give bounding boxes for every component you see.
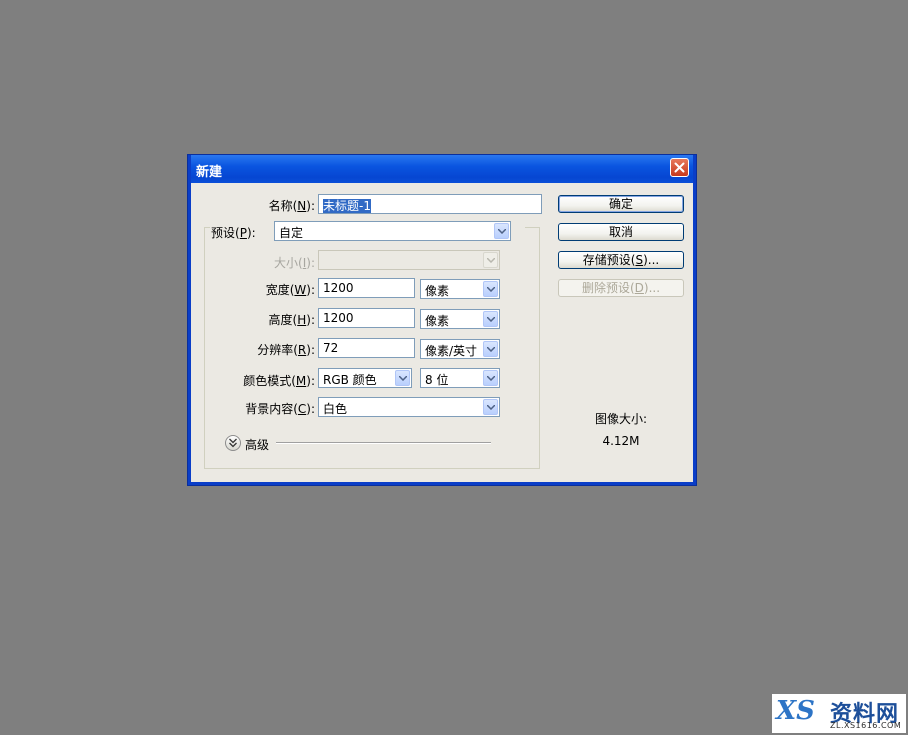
preset-label: 预设(P):	[211, 226, 256, 240]
name-input[interactable]: 未标题-1	[318, 194, 542, 214]
ok-button[interactable]: 确定	[558, 195, 684, 213]
advanced-label: 高级	[245, 438, 270, 452]
resolution-unit-select[interactable]: 像素/英寸	[420, 339, 500, 359]
dialog-title: 新建	[196, 165, 223, 180]
advanced-divider	[276, 442, 491, 444]
new-document-dialog: 新建 名称(N): 未标题-1 预设(P): 自定 大小(I): 宽度(W): …	[187, 154, 697, 486]
chevron-down-icon[interactable]	[483, 370, 498, 386]
chevron-down-icon[interactable]	[483, 311, 498, 327]
watermark-url: ZL.XS1616.COM	[830, 721, 902, 730]
bit-depth-select[interactable]: 8 位	[420, 368, 500, 388]
color-mode-select[interactable]: RGB 颜色	[318, 368, 412, 388]
cancel-button[interactable]: 取消	[558, 223, 684, 241]
size-select[interactable]	[318, 250, 500, 270]
resolution-input[interactable]: 72	[318, 338, 415, 358]
width-unit-select[interactable]: 像素	[420, 279, 500, 299]
name-label: 名称(N):	[268, 199, 315, 213]
size-label: 大小(I):	[274, 256, 315, 270]
chevron-down-icon[interactable]	[483, 281, 498, 297]
delete-preset-button[interactable]: 删除预设(D)...	[558, 279, 684, 297]
close-icon	[674, 162, 685, 173]
background-contents-select[interactable]: 白色	[318, 397, 500, 417]
save-preset-button[interactable]: 存储预设(S)...	[558, 251, 684, 269]
color-mode-label: 颜色模式(M):	[243, 374, 315, 388]
chevron-down-icon[interactable]	[483, 341, 498, 357]
chevron-down-icon[interactable]	[483, 399, 498, 415]
width-input[interactable]: 1200	[318, 278, 415, 298]
height-input[interactable]: 1200	[318, 308, 415, 328]
watermark-logo: XS 资料网 ZL.XS1616.COM	[772, 694, 906, 733]
background-contents-label: 背景内容(C):	[245, 402, 315, 416]
chevron-down-icon	[483, 252, 498, 268]
dialog-body: 名称(N): 未标题-1 预设(P): 自定 大小(I): 宽度(W): 120…	[191, 183, 693, 482]
image-size-value: 4.12M	[602, 434, 640, 448]
preset-select[interactable]: 自定	[274, 221, 511, 241]
resolution-label: 分辨率(R):	[257, 343, 315, 357]
close-button[interactable]	[670, 158, 689, 177]
width-label: 宽度(W):	[265, 283, 315, 297]
advanced-expand-button[interactable]	[225, 435, 241, 451]
double-chevron-down-icon	[229, 438, 237, 448]
image-size-label: 图像大小:	[594, 412, 648, 426]
height-unit-select[interactable]: 像素	[420, 309, 500, 329]
chevron-down-icon[interactable]	[395, 370, 410, 386]
dialog-titlebar[interactable]: 新建	[191, 155, 693, 183]
watermark-logo-mark: XS	[776, 696, 815, 726]
height-label: 高度(H):	[268, 313, 315, 327]
chevron-down-icon[interactable]	[494, 223, 509, 239]
